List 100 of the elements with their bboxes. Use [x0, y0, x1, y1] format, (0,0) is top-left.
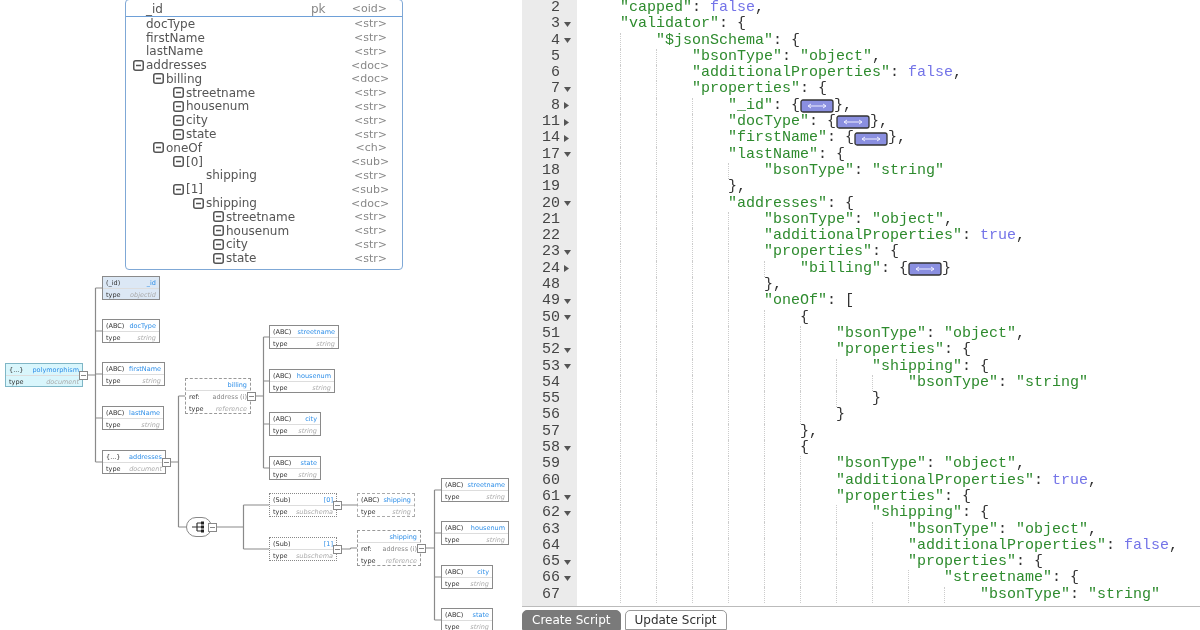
field-type: <doc> [351, 58, 387, 72]
collapsed-block-icon[interactable] [854, 131, 889, 146]
branch-icon [191, 520, 207, 534]
code-text: "$jsonSchema": { [656, 32, 801, 49]
collapse-icon[interactable] [208, 522, 217, 532]
code-text: "shipping": { [872, 505, 990, 522]
collapse-icon[interactable] [173, 183, 184, 195]
code-text: "properties": { [764, 244, 900, 261]
line-number: 54 [541, 374, 560, 392]
connector-line [216, 504, 270, 550]
collapse-icon[interactable] [173, 156, 184, 168]
collapse-icon[interactable] [213, 211, 224, 223]
collapsed-block-icon[interactable] [800, 98, 835, 113]
code-text: "firstName": { [728, 130, 855, 147]
primary-key-marker: pk [311, 1, 326, 16]
code-text: }, [870, 114, 889, 131]
fold-arrow-icon[interactable] [564, 364, 571, 370]
collapse-icon[interactable] [213, 225, 224, 237]
fold-arrow-icon[interactable] [564, 250, 571, 256]
field-type: <str> [353, 17, 387, 31]
field-name: oneOf [166, 140, 204, 155]
collapsed-block-icon[interactable] [836, 115, 871, 130]
code-text: "bsonType": "object", [836, 325, 1026, 342]
line-number: 50 [541, 309, 560, 326]
field-name: state [186, 127, 218, 142]
fold-arrow-icon[interactable] [564, 445, 571, 451]
code-text: { [800, 440, 809, 457]
collapse-icon[interactable] [162, 457, 171, 467]
line-number: 20 [541, 195, 560, 212]
code-text: "bsonType": "object", [836, 456, 1026, 473]
fold-arrow-icon[interactable] [564, 87, 571, 93]
script-button[interactable]: Update Script [624, 610, 727, 630]
field-name: housenum [186, 99, 251, 114]
line-number: 22 [541, 228, 560, 245]
code-text: "oneOf": [ [764, 293, 855, 310]
code-text: "bsonType": "string" [908, 374, 1089, 392]
fold-arrow-icon[interactable] [564, 265, 569, 273]
fold-arrow-icon[interactable] [564, 510, 571, 516]
line-number: 6 [550, 65, 560, 82]
line-number: 14 [541, 130, 560, 147]
collapse-icon[interactable] [333, 500, 342, 510]
line-number: 65 [541, 554, 560, 571]
fold-arrow-icon[interactable] [564, 38, 571, 44]
field-type: <str> [353, 31, 387, 44]
field-name: [1] [186, 182, 204, 197]
collapse-icon[interactable] [153, 142, 164, 154]
field-name: state [226, 251, 258, 266]
collapse-icon[interactable] [79, 370, 88, 380]
code-text: "additionalProperties": true, [764, 228, 1026, 245]
code-text: "_id": { [728, 97, 801, 114]
collapse-icon[interactable] [417, 543, 426, 553]
line-number: 17 [541, 146, 560, 163]
field-name: city [186, 113, 209, 128]
code-text: "additionalProperties": true, [836, 472, 1098, 489]
collapse-icon[interactable] [153, 73, 164, 85]
code-text: } [836, 407, 845, 424]
field-type: <str> [353, 210, 387, 224]
line-number: 23 [541, 244, 560, 261]
field-name: [0] [186, 154, 204, 169]
collapse-icon[interactable] [173, 128, 184, 140]
fold-arrow-icon[interactable] [564, 315, 571, 321]
field-type: <str> [353, 127, 387, 141]
line-number: 11 [541, 114, 560, 131]
code-text: "shipping": { [872, 358, 990, 375]
fold-arrow-icon[interactable] [564, 135, 569, 142]
fold-arrow-icon[interactable] [564, 21, 571, 27]
line-number: 60 [541, 472, 560, 489]
connector-line [341, 504, 358, 506]
code-text: "addresses": { [728, 195, 855, 212]
code-text: "bsonType": "string" [980, 586, 1161, 603]
field-type: <str> [353, 168, 387, 182]
code-text: "bsonType": "string" [764, 162, 945, 180]
collapse-icon[interactable] [333, 544, 342, 554]
script-button[interactable]: Create Script [522, 610, 621, 630]
fold-arrow-icon[interactable] [564, 576, 571, 582]
collapse-icon[interactable] [213, 238, 224, 250]
fold-arrow-icon[interactable] [564, 347, 571, 353]
field-name: streetname [186, 85, 257, 100]
collapse-icon[interactable] [247, 391, 256, 401]
collapse-icon[interactable] [213, 252, 224, 264]
code-text: } [942, 260, 952, 278]
fold-arrow-icon[interactable] [564, 152, 571, 158]
field-name: shipping [206, 196, 258, 211]
fold-arrow-icon[interactable] [564, 201, 571, 207]
fold-arrow-icon[interactable] [564, 559, 571, 565]
field-type: <str> [353, 99, 387, 113]
field-type: <str> [353, 86, 387, 100]
line-number: 64 [541, 537, 560, 555]
collapse-icon[interactable] [173, 100, 184, 112]
code-text: "docType": { [728, 114, 837, 131]
code-text: "additionalProperties": false, [908, 537, 1179, 554]
field-type: <str> [353, 224, 387, 238]
collapse-icon[interactable] [133, 59, 144, 71]
collapsed-block-icon[interactable] [908, 261, 943, 276]
collapse-icon[interactable] [193, 197, 204, 209]
field-name: lastName [146, 44, 205, 59]
fold-arrow-icon[interactable] [564, 494, 571, 500]
collapse-icon[interactable] [173, 87, 184, 99]
collapse-icon[interactable] [173, 114, 184, 126]
fold-arrow-icon[interactable] [564, 299, 571, 304]
